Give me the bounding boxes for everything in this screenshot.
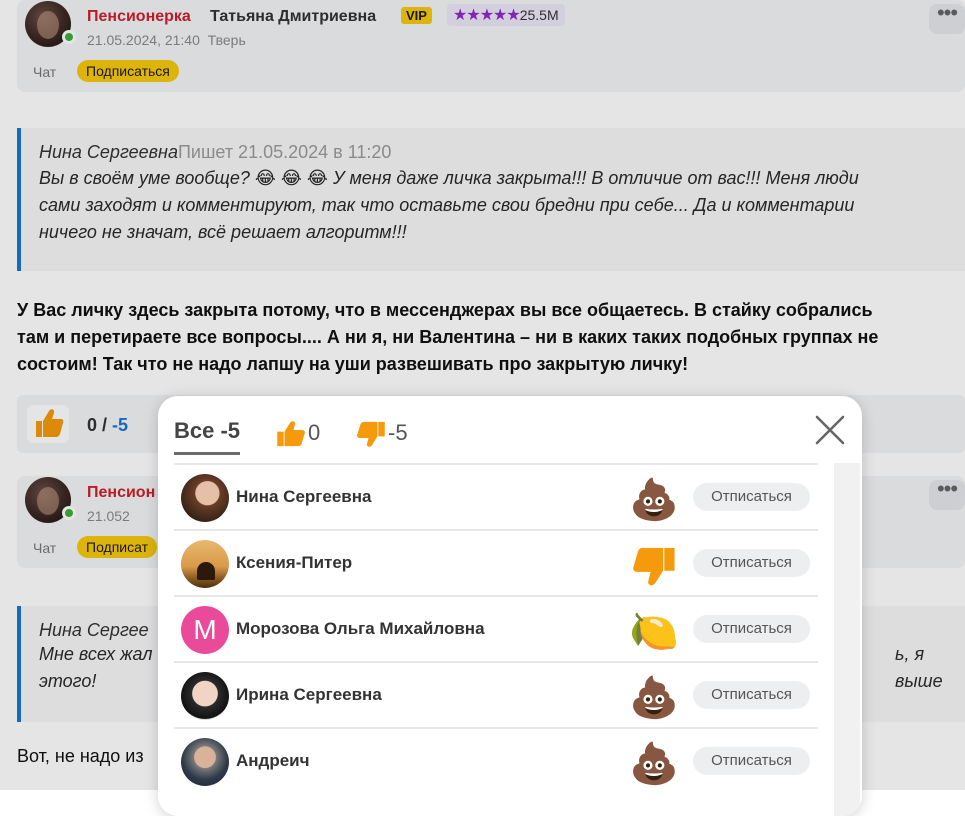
avatar[interactable] bbox=[181, 672, 229, 720]
tab-likes[interactable]: 0 bbox=[274, 418, 320, 450]
thumbs-down-icon bbox=[630, 541, 678, 589]
tab-all[interactable]: Все -5 bbox=[174, 418, 241, 455]
avatar[interactable] bbox=[181, 474, 229, 522]
user-name[interactable]: Андреич bbox=[236, 751, 310, 771]
poop-emoji-icon: 💩 bbox=[629, 477, 679, 522]
unsubscribe-button[interactable]: Отписаться bbox=[693, 681, 810, 709]
thumbs-down-icon bbox=[357, 421, 385, 447]
thumbs-up-icon bbox=[277, 421, 305, 447]
avatar[interactable] bbox=[181, 540, 229, 588]
unsubscribe-button[interactable]: Отписаться bbox=[693, 747, 810, 775]
unsubscribe-button[interactable]: Отписаться bbox=[693, 615, 810, 643]
poop-emoji-icon: 💩 bbox=[629, 741, 679, 786]
poop-emoji-icon: 💩 bbox=[629, 675, 679, 720]
avatar[interactable] bbox=[181, 738, 229, 786]
tab-likes-count: 0 bbox=[308, 419, 321, 445]
user-name[interactable]: Ксения-Питер bbox=[236, 553, 352, 573]
list-item[interactable]: Нина Сергеевна 💩 Отписаться bbox=[174, 463, 818, 529]
list-item[interactable]: Ксения-Питер Отписаться bbox=[174, 529, 818, 595]
avatar[interactable]: М bbox=[181, 606, 229, 654]
user-name[interactable]: Ирина Сергеевна bbox=[236, 685, 382, 705]
list-item[interactable]: М Морозова Ольга Михайловна 🍋 Отписаться bbox=[174, 595, 818, 661]
tab-dislikes-count: -5 bbox=[388, 419, 408, 445]
close-icon[interactable] bbox=[814, 414, 846, 446]
user-name[interactable]: Нина Сергеевна bbox=[236, 487, 371, 507]
unsubscribe-button[interactable]: Отписаться bbox=[693, 483, 810, 511]
unsubscribe-button[interactable]: Отписаться bbox=[693, 549, 810, 577]
tab-dislikes[interactable]: -5 bbox=[354, 418, 408, 450]
reactions-list: Нина Сергеевна 💩 Отписаться Ксения-Питер… bbox=[174, 463, 818, 793]
list-item[interactable]: Ирина Сергеевна 💩 Отписаться bbox=[174, 661, 818, 727]
user-name[interactable]: Морозова Ольга Михайловна bbox=[236, 619, 485, 639]
list-item[interactable]: Андреич 💩 Отписаться bbox=[174, 727, 818, 793]
scrollbar[interactable] bbox=[834, 463, 860, 816]
lemon-emoji-icon: 🍋 bbox=[629, 609, 679, 654]
reactions-modal: Все -5 0 -5 Нина Сергеевна 💩 Отписаться … bbox=[158, 396, 862, 816]
